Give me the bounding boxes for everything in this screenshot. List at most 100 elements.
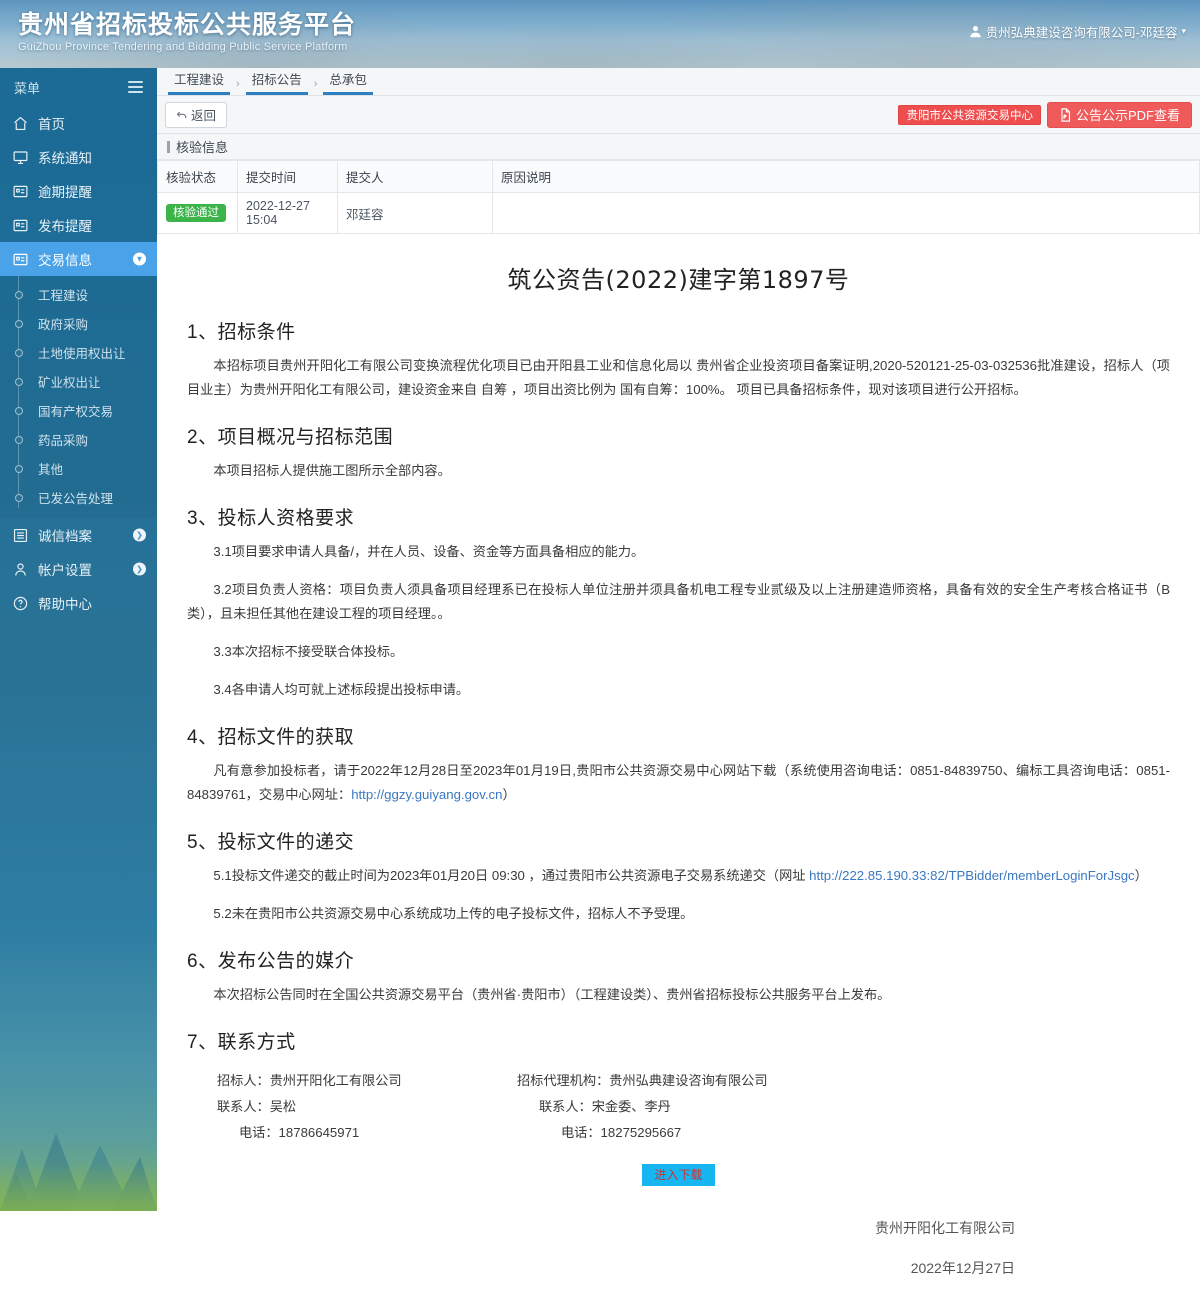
column-header-submit-time: 提交时间 bbox=[238, 161, 338, 193]
cell-reason bbox=[493, 193, 1200, 234]
sidebar-item-account-settings[interactable]: 帐户设置 ❯ bbox=[0, 552, 157, 586]
sidebar: 菜单 首页 系统通知 逾期提醒 发布提醒 交易信息 ▼ 工程建设 政府采 bbox=[0, 68, 157, 1211]
section-3-paragraph-3: 3.3本次招标不接受联合体投标。 bbox=[187, 640, 1170, 664]
user-menu[interactable]: 贵州弘典建设咨询有限公司-邓廷容 ▾ bbox=[969, 22, 1186, 41]
sidebar-item-label: 发布提醒 bbox=[38, 215, 92, 235]
sidebar-subitem-drug-procurement[interactable]: 药品采购 bbox=[0, 425, 157, 454]
sidebar-subitem-gov-procurement[interactable]: 政府采购 bbox=[0, 309, 157, 338]
sidebar-item-label: 系统通知 bbox=[38, 147, 92, 167]
tenderer-person: 联系人：吴松 bbox=[217, 1094, 487, 1120]
section-heading-5: 5、投标文件的递交 bbox=[187, 827, 1170, 854]
back-button[interactable]: 返回 bbox=[165, 102, 227, 128]
check-panel-title: 核验信息 bbox=[157, 134, 1200, 160]
agency-org: 招标代理机构：贵州弘典建设咨询有限公司 bbox=[517, 1068, 787, 1094]
section-heading-6: 6、发布公告的媒介 bbox=[187, 946, 1170, 973]
chevron-down-icon: ▼ bbox=[133, 253, 146, 266]
section-4-text: 凡有意参加投标者，请于2022年12月28日至2023年01月19日,贵阳市公共… bbox=[187, 763, 1170, 802]
agency-person: 联系人：宋金委、李丹 bbox=[517, 1094, 787, 1120]
action-toolbar: 返回 贵阳市公共资源交易中心 公告公示PDF查看 bbox=[157, 96, 1200, 134]
section-2-paragraph: 本项目招标人提供施工图所示全部内容。 bbox=[187, 459, 1170, 483]
sidebar-submenu: 工程建设 政府采购 土地使用权出让 矿业权出让 国有产权交易 药品采购 其他 已… bbox=[0, 276, 157, 518]
hamburger-icon[interactable] bbox=[128, 78, 143, 96]
sidebar-item-label: 帮助中心 bbox=[38, 593, 92, 613]
ggzy-website-link[interactable]: http://ggzy.guiyang.gov.cn bbox=[351, 787, 502, 802]
check-info-table: 核验状态 提交时间 提交人 原因说明 核验通过 2022-12-27 15:04… bbox=[157, 160, 1200, 234]
signature-company: 贵州开阳化工有限公司 bbox=[187, 1208, 1170, 1248]
download-area: 进入下载 bbox=[187, 1164, 1170, 1186]
trading-center-tag[interactable]: 贵阳市公共资源交易中心 bbox=[898, 105, 1041, 125]
section-6-paragraph: 本次招标公告同时在全国公共资源交易平台（贵州省·贵阳市）（工程建设类）、贵州省招… bbox=[187, 983, 1170, 1007]
section-5-text: 5.1投标文件递交的截止时间为2023年01月20日 09:30 ，通过贵阳市公… bbox=[213, 868, 809, 883]
breadcrumb-separator: › bbox=[311, 78, 321, 95]
cell-submitter: 邓廷容 bbox=[338, 193, 493, 234]
section-4-paragraph: 凡有意参加投标者，请于2022年12月28日至2023年01月19日,贵阳市公共… bbox=[187, 759, 1170, 807]
sidebar-subitem-land-use-right[interactable]: 土地使用权出让 bbox=[0, 338, 157, 367]
enter-download-button[interactable]: 进入下载 bbox=[642, 1164, 714, 1186]
sidebar-item-system-notice[interactable]: 系统通知 bbox=[0, 140, 157, 174]
sidebar-item-trade-info[interactable]: 交易信息 ▼ bbox=[0, 242, 157, 276]
sidebar-subitem-other[interactable]: 其他 bbox=[0, 454, 157, 483]
toolbar-right-group: 贵阳市公共资源交易中心 公告公示PDF查看 bbox=[898, 102, 1192, 128]
section-5-tail: ） bbox=[1135, 868, 1148, 883]
back-button-label: 返回 bbox=[191, 105, 216, 124]
list-icon bbox=[12, 251, 29, 268]
breadcrumb-item-general-contract[interactable]: 总承包 bbox=[323, 69, 373, 95]
breadcrumb-item-tender-notice[interactable]: 招标公告 bbox=[246, 69, 308, 95]
section-1-paragraph: 本招标项目贵州开阳化工有限公司变换流程优化项目已由开阳县工业和信息化局以 贵州省… bbox=[187, 354, 1170, 402]
sidebar-item-credit-archive[interactable]: 诚信档案 ❯ bbox=[0, 518, 157, 552]
home-icon bbox=[12, 115, 29, 132]
section-heading-3: 3、投标人资格要求 bbox=[187, 503, 1170, 530]
pdf-file-icon bbox=[1059, 108, 1072, 122]
breadcrumb-item-engineering[interactable]: 工程建设 bbox=[168, 69, 230, 95]
list-icon bbox=[12, 183, 29, 200]
column-header-status: 核验状态 bbox=[158, 161, 238, 193]
undo-arrow-icon bbox=[176, 109, 188, 121]
sidebar-subitem-published-notice[interactable]: 已发公告处理 bbox=[0, 483, 157, 512]
breadcrumb-separator: › bbox=[233, 78, 243, 95]
sidebar-item-label: 诚信档案 bbox=[38, 525, 92, 545]
section-5-paragraph-1: 5.1投标文件递交的截止时间为2023年01月20日 09:30 ，通过贵阳市公… bbox=[187, 864, 1170, 888]
sidebar-item-label: 帐户设置 bbox=[38, 559, 92, 579]
view-pdf-button[interactable]: 公告公示PDF查看 bbox=[1047, 102, 1192, 128]
cell-status: 核验通过 bbox=[158, 193, 238, 234]
user-icon bbox=[12, 561, 29, 578]
field-decoration bbox=[0, 1163, 157, 1211]
table-row: 核验通过 2022-12-27 15:04 邓廷容 bbox=[158, 193, 1200, 234]
status-badge: 核验通过 bbox=[166, 204, 226, 222]
breadcrumb: 工程建设 › 招标公告 › 总承包 bbox=[157, 68, 1200, 96]
user-icon bbox=[969, 25, 982, 38]
announcement-document: 筑公资告(2022)建字第1897号 1、招标条件 本招标项目贵州开阳化工有限公… bbox=[157, 234, 1200, 1298]
main-content: 工程建设 › 招标公告 › 总承包 返回 贵阳市公共资源交易中心 公告公示PDF… bbox=[157, 68, 1200, 1211]
sidebar-subitem-mining-right[interactable]: 矿业权出让 bbox=[0, 367, 157, 396]
site-title-en: GuiZhou Province Tendering and Bidding P… bbox=[18, 40, 356, 54]
sidebar-subitem-state-property[interactable]: 国有产权交易 bbox=[0, 396, 157, 425]
brand-block: 贵州省招标投标公共服务平台 GuiZhou Province Tendering… bbox=[18, 10, 356, 54]
table-header-row: 核验状态 提交时间 提交人 原因说明 bbox=[158, 161, 1200, 193]
signature-date: 2022年12月27日 bbox=[187, 1248, 1170, 1288]
section-heading-4: 4、招标文件的获取 bbox=[187, 722, 1170, 749]
sidebar-item-label: 逾期提醒 bbox=[38, 181, 92, 201]
section-3-paragraph-1: 3.1项目要求申请人具备/，并在人员、设备、资金等方面具备相应的能力。 bbox=[187, 540, 1170, 564]
sidebar-item-home[interactable]: 首页 bbox=[0, 106, 157, 140]
section-3-paragraph-2: 3.2项目负责人资格：项目负责人须具备项目经理系已在投标人单位注册并须具备机电工… bbox=[187, 578, 1170, 626]
chevron-right-icon: ❯ bbox=[133, 563, 146, 576]
app-header: 贵州省招标投标公共服务平台 GuiZhou Province Tendering… bbox=[0, 0, 1200, 68]
section-3-paragraph-4: 3.4各申请人均可就上述标段提出投标申请。 bbox=[187, 678, 1170, 702]
contact-block: 招标人：贵州开阳化工有限公司 联系人：吴松 电话：18786645971 招标代… bbox=[187, 1068, 1170, 1146]
column-header-submitter: 提交人 bbox=[338, 161, 493, 193]
sidebar-item-help-center[interactable]: 帮助中心 bbox=[0, 586, 157, 620]
section-4-tail: ） bbox=[502, 787, 515, 802]
section-heading-7: 7、联系方式 bbox=[187, 1027, 1170, 1054]
section-heading-2: 2、项目概况与招标范围 bbox=[187, 422, 1170, 449]
sidebar-subitem-engineering[interactable]: 工程建设 bbox=[0, 280, 157, 309]
sidebar-menu-header: 菜单 bbox=[0, 68, 157, 106]
cell-submit-time: 2022-12-27 15:04 bbox=[238, 193, 338, 234]
tpbidder-portal-link[interactable]: http://222.85.190.33:82/TPBidder/memberL… bbox=[809, 868, 1134, 883]
tenderer-org: 招标人：贵州开阳化工有限公司 bbox=[217, 1068, 487, 1094]
sidebar-item-label: 首页 bbox=[38, 113, 65, 133]
contact-column-agency: 招标代理机构：贵州弘典建设咨询有限公司 联系人：宋金委、李丹 电话：182752… bbox=[487, 1068, 787, 1146]
column-header-reason: 原因说明 bbox=[493, 161, 1200, 193]
sidebar-item-publish-reminder[interactable]: 发布提醒 bbox=[0, 208, 157, 242]
sidebar-item-overdue-reminder[interactable]: 逾期提醒 bbox=[0, 174, 157, 208]
section-heading-1: 1、招标条件 bbox=[187, 317, 1170, 344]
